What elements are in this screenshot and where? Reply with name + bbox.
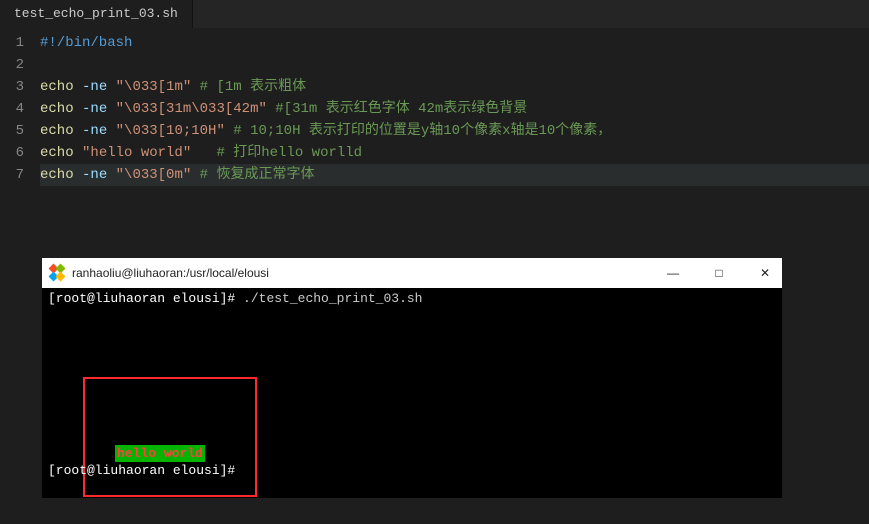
token-str: "\033[1m": [116, 79, 192, 95]
terminal-logo-icon: [50, 265, 66, 281]
terminal-body[interactable]: [root@liuhaoran elousi]# ./test_echo_pri…: [42, 288, 782, 498]
line-number: 3: [0, 76, 24, 98]
close-button[interactable]: ✕: [756, 266, 774, 280]
code-line: [40, 54, 869, 76]
token-opt: -ne: [82, 123, 107, 139]
code-lines[interactable]: #!/bin/bash echo -ne "\033[1m" # [1m 表示粗…: [40, 32, 869, 186]
line-number: 1: [0, 32, 24, 54]
token-opt: -ne: [82, 79, 107, 95]
terminal-prompt: [root@liuhaoran elousi]#: [48, 291, 243, 306]
maximize-button[interactable]: □: [710, 266, 728, 280]
line-number: 5: [0, 120, 24, 142]
code-editor: 1 2 3 4 5 6 7 #!/bin/bash echo -ne "\033…: [0, 28, 869, 186]
token-opt: -ne: [82, 167, 107, 183]
terminal-window: ranhaoliu@liuhaoran:/usr/local/elousi — …: [42, 258, 782, 498]
shebang: #!/bin/bash: [40, 35, 132, 51]
window-controls: — □ ✕: [664, 266, 774, 280]
token-str: "\033[0m": [116, 167, 192, 183]
token-cmt: # 10;10H 表示打印的位置是y轴10个像素x轴是10个像素，: [233, 123, 611, 139]
token-str: "hello world": [82, 145, 191, 161]
line-number: 4: [0, 98, 24, 120]
highlight-box: [83, 377, 257, 497]
line-number: 6: [0, 142, 24, 164]
token-cmt: # [1m 表示粗体: [200, 79, 306, 95]
code-line: echo "hello world" # 打印hello worlld: [40, 142, 869, 164]
line-number: 7: [0, 164, 24, 186]
token-cmt: # 打印hello worlld: [216, 145, 362, 161]
terminal-title: ranhaoliu@liuhaoran:/usr/local/elousi: [72, 266, 269, 280]
token-cmd: echo: [40, 101, 74, 117]
line-number: 2: [0, 54, 24, 76]
terminal-output-hello: hello world: [115, 445, 205, 462]
token-str: "\033[31m\033[42m": [116, 101, 267, 117]
token-str: "\033[10;10H": [116, 123, 225, 139]
code-line: echo -ne "\033[31m\033[42m" #[31m 表示红色字体…: [40, 98, 869, 120]
terminal-command: ./test_echo_print_03.sh: [243, 291, 422, 306]
tab-bar: test_echo_print_03.sh: [0, 0, 869, 28]
token-cmt: #[31m 表示红色字体 42m表示绿色背景: [275, 101, 527, 117]
token-cmd: echo: [40, 79, 74, 95]
code-line: echo -ne "\033[0m" # 恢复成正常字体: [40, 164, 869, 186]
token-opt: -ne: [82, 101, 107, 117]
code-line: #!/bin/bash: [40, 32, 869, 54]
token-cmd: echo: [40, 123, 74, 139]
token-cmd: echo: [40, 145, 74, 161]
terminal-prompt: [root@liuhaoran elousi]#: [48, 462, 243, 479]
minimize-button[interactable]: —: [664, 266, 682, 280]
token-cmt: # 恢复成正常字体: [200, 167, 315, 183]
code-line: echo -ne "\033[1m" # [1m 表示粗体: [40, 76, 869, 98]
terminal-titlebar[interactable]: ranhaoliu@liuhaoran:/usr/local/elousi — …: [42, 258, 782, 288]
token-cmd: echo: [40, 167, 74, 183]
tab-file[interactable]: test_echo_print_03.sh: [0, 0, 193, 28]
line-gutter: 1 2 3 4 5 6 7: [0, 32, 40, 186]
code-line: echo -ne "\033[10;10H" # 10;10H 表示打印的位置是…: [40, 120, 869, 142]
